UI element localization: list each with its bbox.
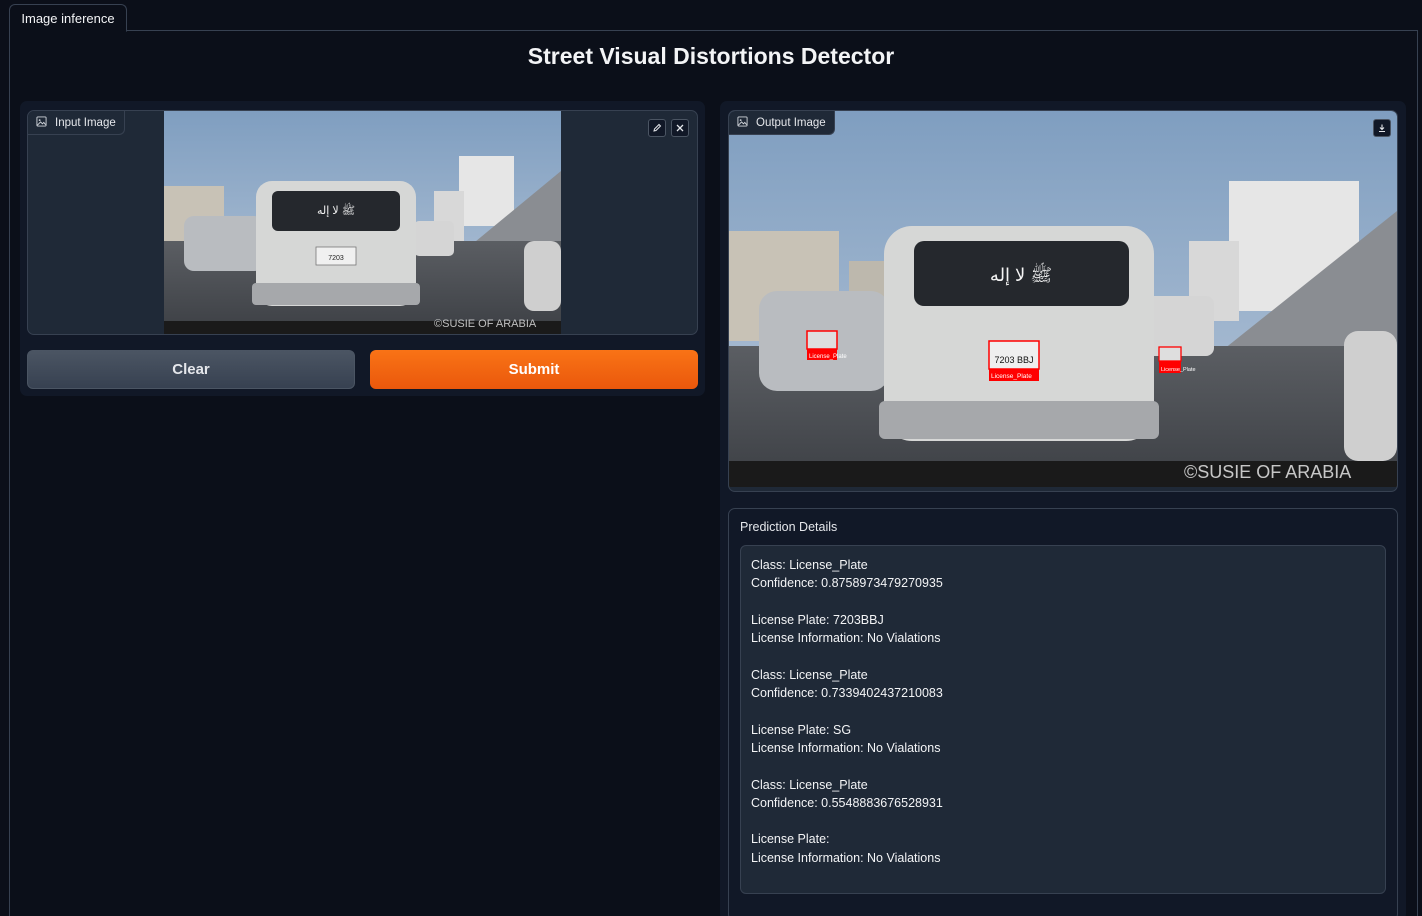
- output-image-label: Output Image: [729, 111, 835, 135]
- image-icon: [737, 115, 748, 130]
- svg-text:7203 BBJ: 7203 BBJ: [994, 355, 1033, 365]
- clear-button[interactable]: Clear: [27, 350, 355, 389]
- svg-text:License_Plate: License_Plate: [991, 373, 1032, 380]
- close-icon[interactable]: [671, 119, 689, 137]
- input-image-label: Input Image: [28, 111, 125, 135]
- prediction-details-box: Prediction Details Class: License_Plate …: [728, 508, 1398, 916]
- edit-icon[interactable]: [648, 119, 666, 137]
- svg-text:ﷺ لا إله: ﷺ لا إله: [317, 202, 355, 217]
- svg-text:©SUSIE OF ARABIA: ©SUSIE OF ARABIA: [1184, 462, 1351, 482]
- svg-text:7203: 7203: [328, 255, 344, 262]
- image-icon: [36, 115, 47, 130]
- input-panel: Input Image ﷺ لا إله 7203 ©SUSIE OF ARAB…: [20, 101, 705, 396]
- input-image-box[interactable]: Input Image ﷺ لا إله 7203 ©SUSIE OF ARAB…: [27, 110, 698, 335]
- input-photo: ﷺ لا إله 7203 ©SUSIE OF ARABIA: [164, 111, 561, 334]
- output-panel: Output Image ﷺ لا إله ©SUSIE OF ARABIA 7…: [720, 101, 1406, 916]
- detection-box: 7203 BBJ License_Plate: [988, 340, 1040, 381]
- prediction-details-title: Prediction Details: [740, 520, 838, 534]
- prediction-details-textarea[interactable]: Class: License_Plate Confidence: 0.87589…: [740, 545, 1386, 894]
- tab-image-inference[interactable]: Image inference: [9, 4, 127, 32]
- submit-button[interactable]: Submit: [370, 350, 698, 389]
- svg-text:©SUSIE OF ARABIA: ©SUSIE OF ARABIA: [434, 318, 537, 330]
- svg-text:ﷺ لا إله: ﷺ لا إله: [990, 262, 1052, 285]
- download-icon[interactable]: [1373, 119, 1391, 137]
- tab-bar: Image inference: [9, 4, 1418, 32]
- svg-text:License_Plate: License_Plate: [809, 354, 847, 360]
- output-image-box: Output Image ﷺ لا إله ©SUSIE OF ARABIA 7…: [728, 110, 1398, 492]
- svg-text:License_Plate: License_Plate: [1161, 367, 1196, 373]
- output-photo: ﷺ لا إله ©SUSIE OF ARABIA 7203 BBJ Licen…: [729, 111, 1397, 487]
- page-title: Street Visual Distortions Detector: [527, 43, 895, 69]
